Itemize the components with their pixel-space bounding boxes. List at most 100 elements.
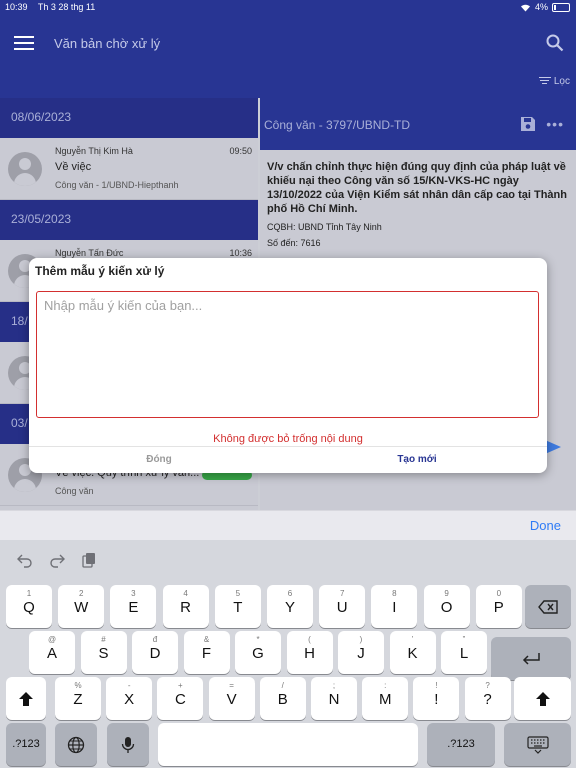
key-i[interactable]: 8I [371,585,418,628]
key-s[interactable]: # S [80,631,127,674]
key-primary-label: B [277,691,288,708]
key-e[interactable]: 3E [110,585,157,628]
key-primary-label: H [304,645,315,662]
key-secondary-label: 1 [26,589,32,598]
key-primary-label: T [233,599,243,616]
key-t[interactable]: 5T [214,585,261,628]
space-bar[interactable] [158,723,418,766]
key-z[interactable]: % Z [55,677,101,720]
save-icon[interactable] [520,116,536,132]
key-f[interactable]: & F [183,631,230,674]
key-r[interactable]: 4R [162,585,209,628]
key-b[interactable]: / B [259,677,306,720]
numbers-key-right[interactable]: .?123 [427,723,495,766]
list-item-sender: Nguyễn Thị Kim Hà [55,146,133,156]
key-k[interactable]: ’ K [389,631,436,674]
list-item-subject: Về việc [55,161,92,173]
key-secondary-label: ( [308,635,311,644]
key-q[interactable]: 1Q [6,585,52,628]
undo-icon[interactable] [17,552,33,568]
key-secondary-label: ! [435,681,438,690]
key-h[interactable]: (H [286,631,333,674]
numbers-key-left[interactable]: .?123 [6,723,46,766]
opinion-template-input[interactable] [36,291,539,418]
search-icon[interactable] [546,34,564,52]
keyboard-dismiss-key[interactable] [504,723,571,766]
key-primary-label: L [459,645,469,662]
key-a[interactable]: @ A [29,631,75,674]
key-secondary-label: - [127,681,131,690]
key-primary-label: X [124,691,135,708]
key-primary-label: F [201,645,212,662]
backspace-key[interactable] [525,585,571,628]
battery-percent: 4% [534,2,548,12]
shift-icon [19,691,33,706]
key-secondary-label: 0 [496,589,502,598]
avatar [8,152,42,186]
list-item[interactable]: Nguyễn Thị Kim Hà 09:50 Về việc Công văn… [0,138,258,200]
key-primary-label: U [336,599,348,616]
key-secondary-label: ” [462,635,466,644]
key-j[interactable]: ) J [338,631,384,674]
menu-icon[interactable] [14,36,34,50]
key-y[interactable]: 6Y [267,585,313,628]
shift-key-right[interactable] [514,677,571,720]
key-primary-label: Q [23,599,35,616]
close-button[interactable]: Đóng [89,454,229,465]
filter-icon [538,77,551,86]
key-primary-label: I [392,599,397,616]
key-primary-label: E [128,599,139,616]
on-screen-keyboard: .?123 .?123 1 Q 2 W 3 E 4 R 5 T 6 Y 7 U 8 I 9 O 0 P @ A # Sđ D & F… [0,540,576,768]
done-button[interactable]: Done [530,518,561,533]
key-secondary-label: 9 [444,589,449,598]
key-w[interactable]: 2W [58,585,105,628]
key-secondary-label: * [256,635,260,644]
key-primary-label: W [74,599,89,616]
key-c[interactable]: + C [157,677,204,720]
detail-header: Công văn - 3797/UBND-TD ••• [260,98,576,150]
key-primary-label: V [226,691,237,708]
key-d[interactable]: đD [132,631,178,674]
key-o[interactable]: 9O [423,585,470,628]
redo-icon[interactable] [49,552,65,568]
list-item-meta: Công văn - 1/UBND-Hiepthanh [55,180,179,190]
key-m[interactable]: :M [362,677,409,720]
globe-icon [67,736,85,753]
key-primary-label: J [357,645,365,662]
status-time: 10:39 [5,2,28,12]
key-primary-label: C [174,691,186,708]
key-secondary-label: = [229,681,234,690]
more-icon[interactable]: ••• [546,116,564,132]
key-primary-label: O [440,599,453,616]
key-secondary-label: ) [359,635,363,644]
key-v[interactable]: = V [208,677,255,720]
battery-icon [552,2,570,12]
filter-button[interactable]: Lọc [538,76,570,87]
key-l[interactable]: ” L [441,631,487,674]
key-p[interactable]: 0P [475,585,522,628]
list-item-time: 10:36 [229,248,252,258]
keyboard-accessory-bar: Done [0,510,576,540]
key-question[interactable]: ?? [464,677,511,720]
key-primary-label: A [46,645,57,662]
key-x[interactable]: -X [106,677,153,720]
key-g[interactable]: * G [235,631,281,674]
globe-key[interactable] [55,723,97,766]
clipboard-icon[interactable] [81,552,97,568]
shift-icon [535,691,550,706]
key-primary-label: Z [73,691,83,708]
return-key[interactable] [491,637,571,680]
dialog-title: Thêm mẫu ý kiến xử lý [35,264,165,278]
microphone-key[interactable] [107,723,149,766]
document-summary: V/v chấn chỉnh thực hiện đúng quy định c… [267,161,567,215]
key-secondary-label: ; [332,681,336,690]
key-secondary-label: # [101,635,106,644]
create-button[interactable]: Tạo mới [347,454,487,465]
key-n[interactable]: ; N [311,677,357,720]
key-exclamation[interactable]: !! [413,677,460,720]
date-header: 08/06/2023 [0,98,258,138]
shift-key-left[interactable] [6,677,46,720]
backspace-icon [538,599,558,614]
key-u[interactable]: 7U [319,585,366,628]
key-secondary-label: ’ [411,635,414,644]
